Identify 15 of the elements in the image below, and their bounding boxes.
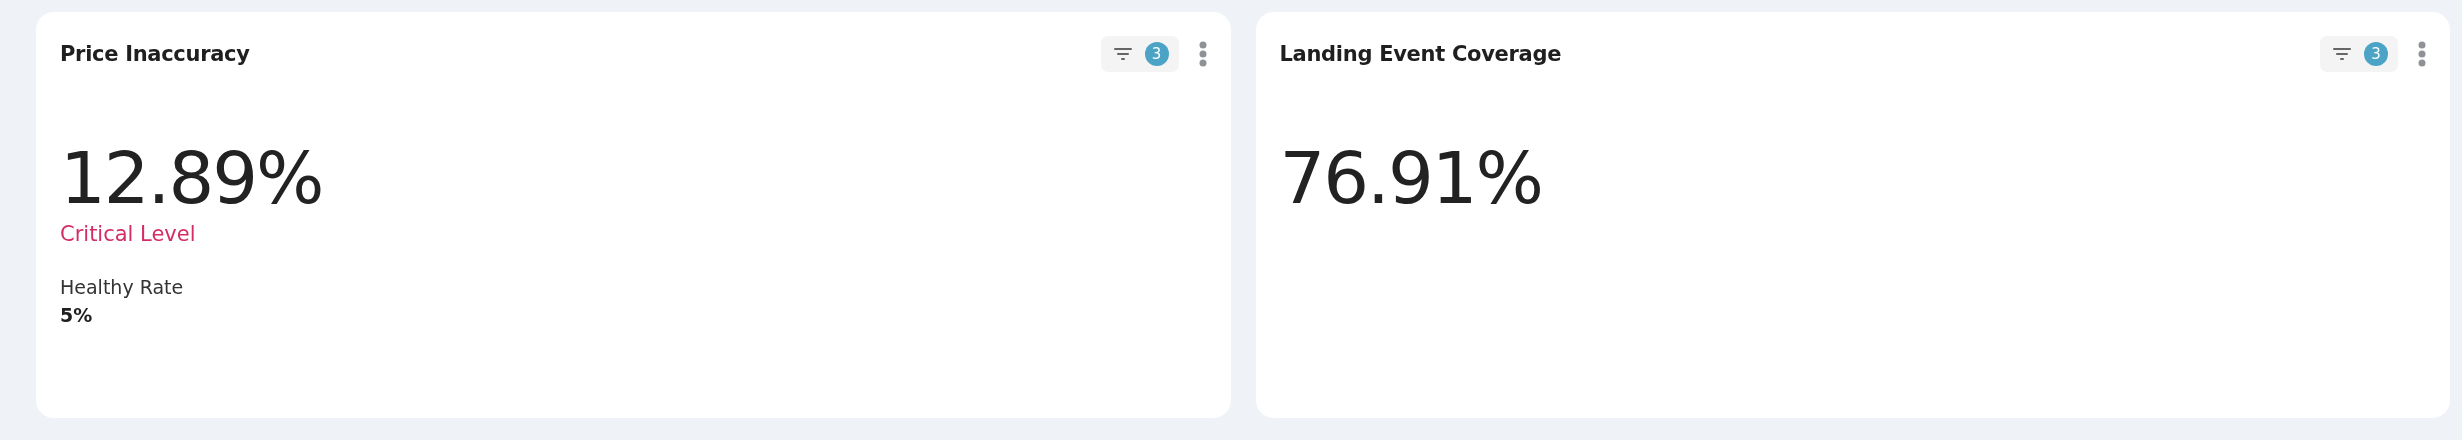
filter-count-badge: 3 xyxy=(2364,42,2388,66)
card-title: Landing Event Coverage xyxy=(1279,42,1563,66)
more-options-icon[interactable] xyxy=(1198,41,1207,67)
filter-button[interactable]: 3 xyxy=(2320,36,2398,72)
card-title: Price Inaccuracy xyxy=(60,42,251,66)
filter-icon xyxy=(1112,47,1133,61)
healthy-rate-label: Healthy Rate xyxy=(60,276,185,298)
filter-count-badge: 3 xyxy=(1144,42,1169,66)
metric-value: 76.91% xyxy=(1279,140,1544,216)
filter-icon xyxy=(2332,47,2352,61)
healthy-rate-value: 5% xyxy=(60,304,94,326)
filter-button[interactable]: 3 xyxy=(1100,36,1179,72)
status-label: Critical Level xyxy=(60,222,197,246)
metric-value: 12.89% xyxy=(60,140,324,216)
more-options-icon[interactable] xyxy=(2418,41,2426,67)
